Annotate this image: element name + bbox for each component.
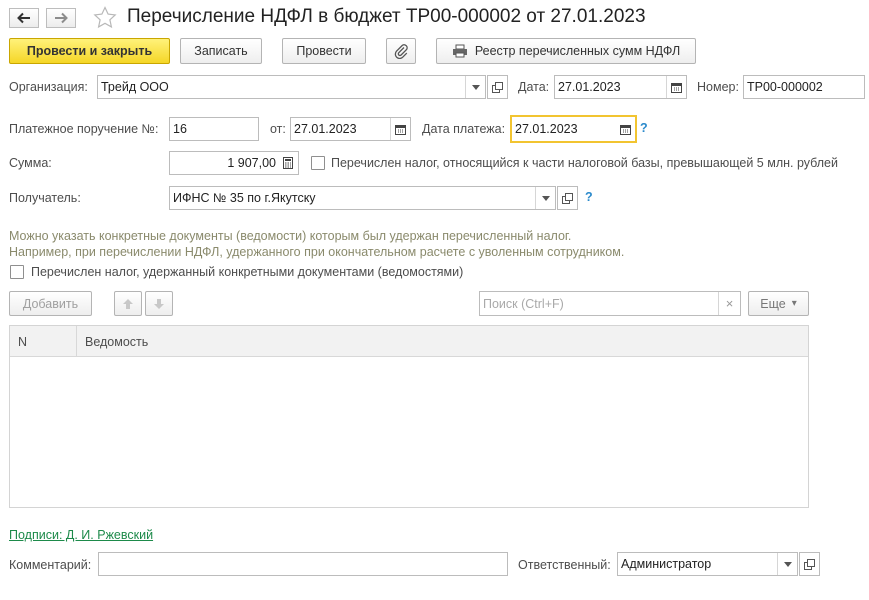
organization-label: Организация:: [9, 80, 88, 94]
more-button[interactable]: Еще ▾: [748, 291, 809, 316]
triangle-down-icon: [471, 84, 480, 90]
from-label: от:: [270, 122, 286, 136]
organization-value: Трейд ООО: [101, 80, 169, 94]
post-button[interactable]: Провести: [282, 38, 366, 64]
payment-date-calendar-button[interactable]: [615, 117, 635, 141]
search-placeholder: Поиск (Ctrl+F): [483, 296, 564, 311]
printer-icon: [452, 44, 467, 58]
recipient-label: Получатель:: [9, 191, 81, 205]
arrow-left-icon: [17, 12, 30, 24]
favorite-star-button[interactable]: [93, 6, 117, 32]
post-and-close-button[interactable]: Провести и закрыть: [9, 38, 170, 64]
comment-label: Комментарий:: [9, 558, 92, 572]
responsible-label: Ответственный:: [518, 558, 611, 572]
from-date-field[interactable]: 27.01.2023: [290, 117, 411, 141]
column-header-statement[interactable]: Ведомость: [85, 326, 385, 357]
date-label: Дата:: [518, 80, 550, 94]
over-5m-label: Перечислен налог, относящийся к части на…: [331, 156, 838, 170]
back-button[interactable]: [9, 8, 39, 28]
sum-value: 1 907,00: [227, 156, 276, 170]
page-title: Перечисление НДФЛ в бюджет ТР00-000002 о…: [127, 6, 646, 27]
recipient-dropdown-button[interactable]: [535, 187, 555, 209]
number-value: ТР00-000002: [747, 80, 823, 94]
arrow-right-icon: [55, 12, 68, 24]
recipient-field[interactable]: ИФНС № 35 по г.Якутску: [169, 186, 556, 210]
star-icon: [93, 6, 117, 29]
add-button[interactable]: Добавить: [9, 291, 92, 316]
forward-button[interactable]: [46, 8, 76, 28]
save-button[interactable]: Записать: [180, 38, 262, 64]
column-header-n[interactable]: N: [18, 326, 76, 357]
open-window-icon: [492, 81, 503, 93]
registry-button[interactable]: Реестр перечисленных сумм НДФЛ: [436, 38, 696, 64]
date-calendar-button[interactable]: [666, 76, 686, 98]
triangle-down-icon: [541, 195, 550, 201]
triangle-down-icon: [783, 561, 792, 567]
recipient-help-icon[interactable]: ?: [585, 190, 593, 204]
organization-field[interactable]: Трейд ООО: [97, 75, 486, 99]
search-input[interactable]: Поиск (Ctrl+F) ×: [479, 291, 741, 316]
payment-date-help-icon[interactable]: ?: [640, 121, 648, 135]
organization-open-button[interactable]: [487, 75, 508, 99]
more-button-label: Еще: [760, 296, 786, 311]
calendar-icon: [671, 82, 682, 93]
chevron-down-icon: ▾: [791, 298, 797, 309]
from-date-calendar-button[interactable]: [390, 118, 410, 140]
sum-field[interactable]: 1 907,00: [169, 151, 299, 175]
organization-dropdown-button[interactable]: [465, 76, 485, 98]
signatures-link[interactable]: Подписи: Д. И. Ржевский: [9, 528, 153, 542]
responsible-dropdown-button[interactable]: [777, 553, 797, 575]
payment-date-label: Дата платежа:: [422, 122, 506, 136]
statements-table[interactable]: N Ведомость: [9, 325, 809, 508]
open-window-icon: [804, 558, 815, 570]
calculator-button[interactable]: [278, 152, 298, 174]
over-5m-checkbox[interactable]: [311, 156, 325, 170]
responsible-field[interactable]: Администратор: [617, 552, 798, 576]
recipient-value: ИФНС № 35 по г.Якутску: [173, 191, 316, 205]
comment-field[interactable]: [98, 552, 508, 576]
recipient-open-button[interactable]: [557, 186, 578, 210]
table-header: N Ведомость: [10, 326, 808, 357]
number-label: Номер:: [697, 80, 739, 94]
number-field[interactable]: ТР00-000002: [743, 75, 865, 99]
payment-date-field[interactable]: 27.01.2023: [510, 115, 637, 143]
registry-button-label: Реестр перечисленных сумм НДФЛ: [474, 44, 681, 58]
specific-docs-checkbox[interactable]: [10, 265, 24, 279]
paperclip-icon: [394, 44, 408, 59]
calculator-icon: [283, 157, 293, 169]
arrow-up-icon: [123, 298, 133, 309]
calendar-icon: [619, 124, 631, 135]
move-up-button[interactable]: [114, 291, 142, 316]
date-field[interactable]: 27.01.2023: [554, 75, 687, 99]
search-clear-button[interactable]: ×: [718, 292, 740, 315]
hint-line-1: Можно указать конкретные документы (ведо…: [9, 229, 572, 243]
payment-order-value: 16: [173, 122, 187, 136]
open-window-icon: [562, 192, 573, 204]
attach-button[interactable]: [386, 38, 416, 64]
hint-line-2: Например, при перечислении НДФЛ, удержан…: [9, 245, 625, 259]
responsible-value: Администратор: [621, 557, 712, 571]
payment-order-label: Платежное поручение №:: [9, 122, 159, 136]
calendar-icon: [395, 124, 406, 135]
payment-order-field[interactable]: 16: [169, 117, 259, 141]
sum-label: Сумма:: [9, 156, 52, 170]
responsible-open-button[interactable]: [799, 552, 820, 576]
arrow-down-icon: [154, 298, 164, 309]
specific-docs-label: Перечислен налог, удержанный конкретными…: [31, 265, 464, 279]
move-down-button[interactable]: [145, 291, 173, 316]
column-divider: [76, 326, 77, 357]
